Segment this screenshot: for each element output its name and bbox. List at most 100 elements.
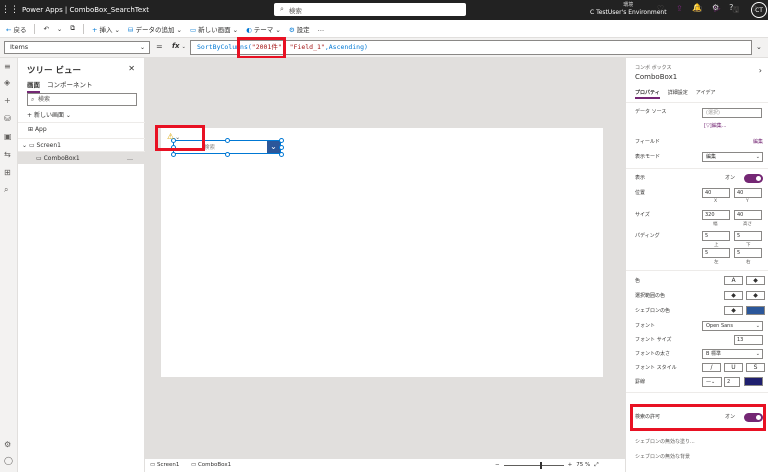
status-control[interactable]: ▭ ComboBox1 bbox=[191, 459, 231, 472]
height-label: 高さ bbox=[743, 222, 752, 227]
insert-icon[interactable]: + bbox=[4, 96, 11, 105]
play-icon[interactable]: ▷ bbox=[714, 4, 720, 18]
settings-button[interactable]: ⚙ 設定 bbox=[289, 24, 310, 34]
selection-fill-swatch[interactable]: ◆ bbox=[746, 291, 765, 300]
fields-row: フィールド 編集 bbox=[635, 136, 763, 148]
visible-toggle[interactable] bbox=[744, 174, 763, 183]
font-weight-dropdown[interactable]: B 標準 ⌄ bbox=[702, 349, 763, 359]
padding-right-input[interactable]: 5 bbox=[734, 248, 762, 258]
tab-ideas[interactable]: アイデア bbox=[696, 89, 716, 99]
zoom-out-button[interactable]: − bbox=[495, 459, 500, 472]
settings-icon[interactable]: ⚙ bbox=[4, 440, 11, 449]
fx-button[interactable]: fx ⌄ bbox=[172, 42, 186, 50]
screen1-canvas[interactable]: 検索 ⌄ ⚠⌄ bbox=[161, 128, 603, 377]
tree-item-screen1[interactable]: ⌄ ▭ Screen1 bbox=[18, 138, 145, 151]
more-icon[interactable]: › bbox=[759, 66, 762, 75]
resize-handle[interactable] bbox=[279, 152, 284, 157]
data-icon[interactable]: ⛁ bbox=[4, 114, 11, 123]
width-label: 幅 bbox=[713, 222, 718, 227]
copy-icon[interactable]: ⧉ bbox=[70, 24, 75, 33]
highlight-box-search-allowed bbox=[630, 404, 766, 431]
status-screen[interactable]: ▭ Screen1 bbox=[150, 459, 179, 472]
resize-handle[interactable] bbox=[279, 138, 284, 143]
padding-left-input[interactable]: 5 bbox=[702, 248, 730, 258]
zoom-in-button[interactable]: + bbox=[568, 459, 573, 472]
new-screen-button[interactable]: ▭ 新しい画面 ⌄ bbox=[190, 24, 238, 34]
edit-link[interactable]: [▽]編集... bbox=[704, 120, 764, 132]
app-launcher-icon[interactable]: ⋮⋮ bbox=[0, 5, 20, 15]
close-icon[interactable]: ✕ bbox=[128, 64, 135, 73]
control-name: ComboBox1 bbox=[635, 73, 678, 81]
text-color-swatch[interactable]: A bbox=[724, 276, 743, 285]
search-icon[interactable]: ⌕ bbox=[4, 185, 8, 195]
media-icon[interactable]: ▣ bbox=[4, 132, 12, 141]
underline-button[interactable]: U bbox=[724, 363, 743, 372]
more-button[interactable]: … bbox=[318, 25, 325, 33]
global-search-input[interactable]: ⌕ 検索 bbox=[274, 3, 466, 16]
expand-formula-icon[interactable]: ⌄ bbox=[756, 43, 762, 51]
tree-item-combobox1[interactable]: ▭ ComboBox1… bbox=[18, 151, 145, 164]
resize-handle[interactable] bbox=[279, 145, 284, 150]
new-screen-button[interactable]: + 新しい画面 ⌄ bbox=[27, 110, 71, 119]
publish-icon[interactable]: ⇧ bbox=[751, 4, 758, 18]
share-icon[interactable]: ⇪ bbox=[676, 4, 683, 18]
data-source-dropdown[interactable]: (選択) bbox=[702, 108, 762, 118]
undo-dropdown-icon[interactable]: ⌄ bbox=[57, 25, 62, 33]
fit-icon[interactable]: ⤢ bbox=[594, 459, 598, 472]
border-color-swatch[interactable] bbox=[744, 377, 763, 386]
position-x-input[interactable]: 40 bbox=[702, 188, 730, 198]
settings-icon: ⚙ bbox=[288, 25, 295, 34]
border-style-dropdown[interactable]: —⌄ bbox=[702, 377, 722, 387]
divider bbox=[626, 270, 768, 271]
resize-handle[interactable] bbox=[171, 152, 176, 157]
screen-icon: ▭ bbox=[189, 25, 197, 34]
hamburger-icon[interactable]: ≡ bbox=[4, 62, 11, 71]
display-mode-dropdown[interactable]: 編集 ⌄ bbox=[702, 152, 763, 162]
environment-picker[interactable]: 環境 C TestUser's Environment bbox=[590, 2, 667, 16]
resize-handle[interactable] bbox=[225, 138, 230, 143]
undo-icon[interactable]: ↶ bbox=[43, 25, 48, 33]
layers-icon[interactable]: ◈ bbox=[4, 78, 10, 87]
app-checker-icon[interactable]: ♡ bbox=[657, 4, 664, 18]
border-width-input[interactable]: 2 bbox=[724, 377, 740, 387]
font-style-row: フォント スタイル bbox=[635, 365, 677, 371]
fields-edit-link[interactable]: 編集 bbox=[753, 136, 763, 148]
fill-color-swatch[interactable]: ◆ bbox=[746, 276, 765, 285]
tab-advanced[interactable]: 詳細設定 bbox=[668, 89, 688, 99]
tree-search-input[interactable]: ⌕ 検索 bbox=[27, 93, 137, 106]
save-icon[interactable]: 🖫 bbox=[732, 4, 739, 18]
strikethrough-button[interactable]: S bbox=[746, 363, 765, 372]
padding-top-input[interactable]: 5 bbox=[702, 231, 730, 241]
chevron-text-swatch[interactable]: ◆ bbox=[724, 306, 743, 315]
comment-icon[interactable]: ▢ bbox=[695, 4, 703, 18]
resize-handle[interactable] bbox=[225, 152, 230, 157]
position-y-input[interactable]: 40 bbox=[734, 188, 762, 198]
tab-properties[interactable]: プロパティ bbox=[635, 89, 660, 99]
font-size-input[interactable]: 13 bbox=[734, 335, 763, 345]
italic-button[interactable]: / bbox=[702, 363, 721, 372]
account-icon[interactable]: ◯ bbox=[4, 456, 13, 465]
variables-icon[interactable]: ⊞ bbox=[4, 168, 11, 177]
back-button[interactable]: ← 戻る bbox=[6, 24, 26, 34]
x-label: X bbox=[714, 199, 718, 204]
property-dropdown[interactable]: Items ⌄ bbox=[4, 41, 150, 54]
zoom-slider[interactable] bbox=[503, 462, 564, 469]
chevron-fill-swatch[interactable] bbox=[746, 306, 765, 315]
theme-button[interactable]: ◐ テーマ ⌄ bbox=[246, 24, 281, 34]
search-icon: ⌕ bbox=[31, 96, 35, 103]
padding-bottom-input[interactable]: 5 bbox=[734, 231, 762, 241]
height-input[interactable]: 40 bbox=[734, 210, 762, 220]
insert-button[interactable]: + 挿入 ⌄ bbox=[92, 24, 120, 34]
font-dropdown[interactable]: Open Sans ⌄ bbox=[702, 321, 763, 331]
padding-left-label: 左 bbox=[714, 260, 719, 265]
zoom-slider-thumb[interactable] bbox=[539, 462, 542, 469]
tree-item-app[interactable]: ⊞ App bbox=[18, 122, 145, 135]
selection-text-swatch[interactable]: ◆ bbox=[724, 291, 743, 300]
search-placeholder: 検索 bbox=[288, 6, 302, 15]
tab-screens[interactable]: 画面 bbox=[27, 79, 40, 93]
add-data-button[interactable]: ⛁ データの追加 ⌄ bbox=[128, 24, 182, 34]
tab-components[interactable]: コンポーネント bbox=[47, 79, 93, 93]
width-input[interactable]: 320 bbox=[702, 210, 730, 220]
more-icon[interactable]: … bbox=[127, 152, 133, 165]
power-automate-icon[interactable]: ⇆ bbox=[4, 150, 11, 159]
